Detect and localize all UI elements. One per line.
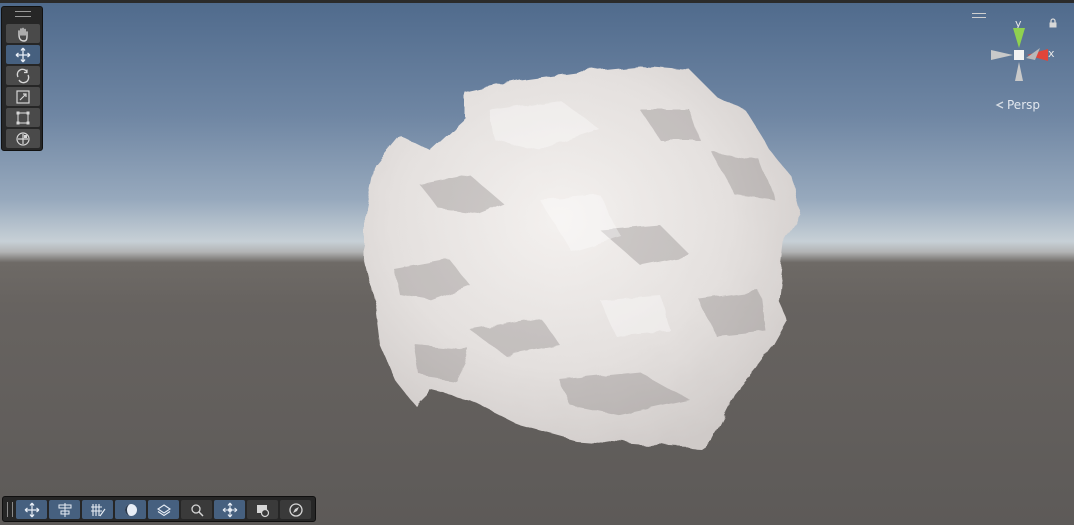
rect-transform-icon: [16, 111, 30, 124]
scene-viewport[interactable]: y x Persp: [0, 0, 1074, 525]
sculpted-mesh[interactable]: [0, 0, 1074, 525]
rect-tool-button[interactable]: [6, 108, 40, 127]
scale-icon: [16, 89, 30, 104]
neg-x-cone: [991, 50, 1013, 60]
hand-icon: [18, 27, 28, 42]
tool-palette: [1, 6, 43, 151]
center-cube: [1014, 50, 1024, 60]
search-overlay-button[interactable]: [181, 500, 212, 519]
neg-y-cone: [1015, 62, 1023, 81]
scale-tool-button[interactable]: [6, 87, 40, 106]
compass-overlay-button[interactable]: [280, 500, 311, 519]
palette-drag-handle[interactable]: [15, 11, 31, 17]
layers-icon: [156, 503, 171, 516]
shading-overlay-button[interactable]: [115, 500, 146, 519]
move-arrows-icon: [24, 502, 39, 517]
orientation-gizmo[interactable]: y x Persp: [972, 10, 1074, 120]
camera-overlay-button[interactable]: [247, 500, 278, 519]
compass-icon: [288, 502, 303, 517]
chevron-left-icon: [995, 101, 1004, 109]
toolbar-drag-handle[interactable]: [7, 502, 13, 517]
transform-tool-button[interactable]: [6, 129, 40, 148]
y-axis-cone: [1013, 28, 1025, 48]
align-icon: [58, 502, 71, 517]
pivot-icon: [222, 502, 237, 517]
grid-brush-icon: [90, 503, 105, 516]
grid-overlay-button[interactable]: [82, 500, 113, 519]
rotate-tool-button[interactable]: [6, 66, 40, 85]
overlay-toolbar: [2, 496, 316, 522]
shading-sphere-icon: [124, 503, 137, 516]
projection-toggle[interactable]: Persp: [995, 98, 1040, 112]
move-overlay-button[interactable]: [16, 500, 47, 519]
search-icon: [190, 503, 204, 517]
rotate-icon: [16, 68, 30, 83]
camera-icon: [256, 504, 269, 517]
transform-icon: [16, 131, 30, 146]
layers-overlay-button[interactable]: [148, 500, 179, 519]
pivot-overlay-button[interactable]: [214, 500, 245, 519]
move-tool-button[interactable]: [6, 45, 40, 64]
align-overlay-button[interactable]: [49, 500, 80, 519]
move-arrows-icon: [15, 47, 31, 62]
projection-label: Persp: [1007, 98, 1040, 112]
axis-cones[interactable]: [980, 10, 1074, 100]
hand-tool-button[interactable]: [6, 24, 40, 43]
